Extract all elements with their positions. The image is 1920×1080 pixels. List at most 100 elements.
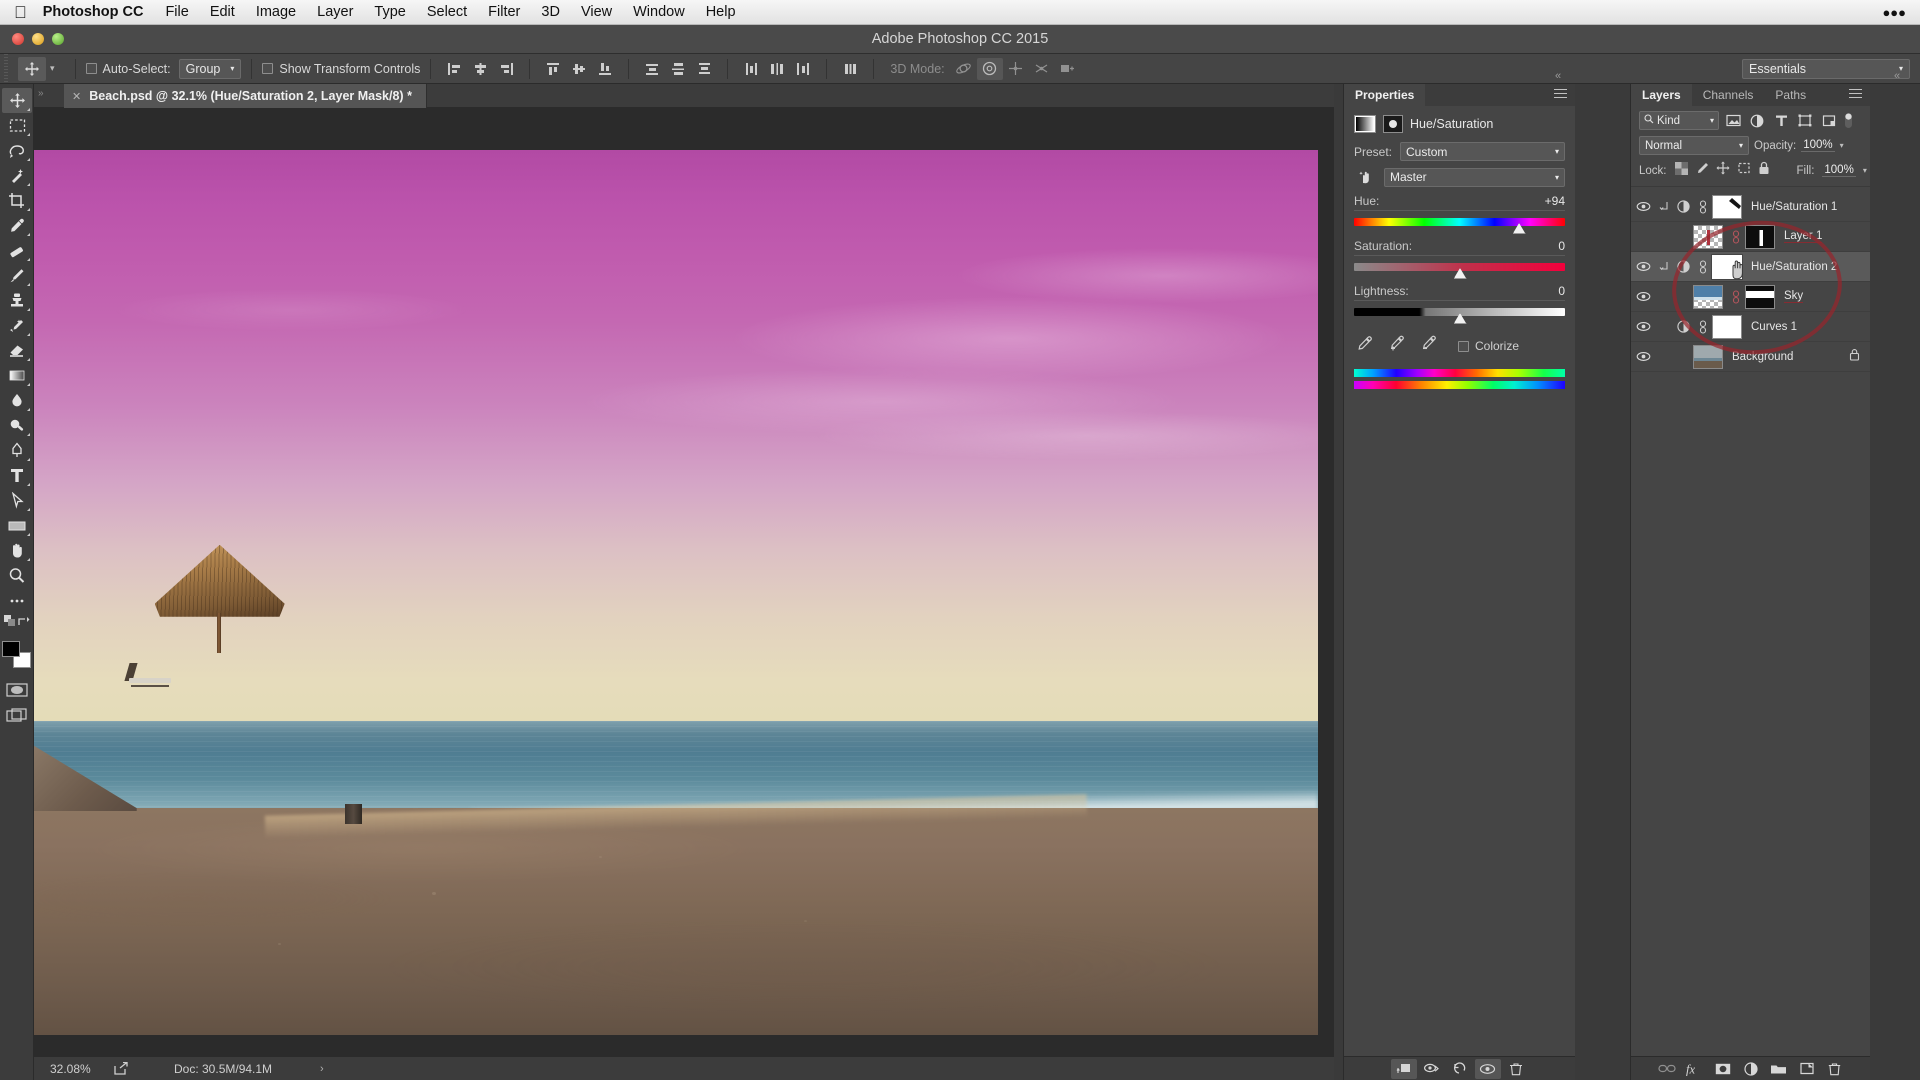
tab-properties[interactable]: Properties (1344, 84, 1426, 106)
layer-visibility-toggle[interactable] (1631, 351, 1655, 362)
align-vertical-centers-icon[interactable] (566, 58, 592, 80)
auto-align-layers-icon[interactable] (837, 58, 863, 80)
eyedropper-tool[interactable] (2, 213, 32, 238)
hue-value[interactable]: +94 (1545, 194, 1565, 208)
align-horizontal-centers-icon[interactable] (467, 58, 493, 80)
minimize-window-button[interactable] (32, 33, 44, 45)
type-tool[interactable] (2, 463, 32, 488)
fill-chevron-down-icon[interactable]: ▾ (1863, 166, 1867, 175)
lightness-value[interactable]: 0 (1558, 284, 1565, 298)
lock-image-pixels-icon[interactable] (1695, 162, 1709, 180)
show-transform-controls-checkbox[interactable] (262, 63, 274, 74)
window-controls[interactable] (0, 33, 64, 45)
distribute-horizontal-centers-icon[interactable] (764, 58, 790, 80)
menu-item-type[interactable]: Type (374, 4, 405, 20)
layer-visibility-toggle[interactable] (1631, 201, 1655, 212)
layer-mask-thumbnail[interactable] (1745, 284, 1775, 309)
view-previous-state-icon[interactable] (1419, 1059, 1445, 1079)
layer-name[interactable]: Curves 1 (1751, 321, 1797, 333)
blur-tool[interactable] (2, 388, 32, 413)
align-bottom-edges-icon[interactable] (592, 58, 618, 80)
layer-visibility-toggle[interactable] (1631, 321, 1655, 332)
new-layer-icon[interactable] (1794, 1059, 1820, 1079)
gradient-tool[interactable] (2, 363, 32, 388)
layer-row-layer-1[interactable]: Layer 1 (1631, 222, 1870, 252)
layer-name[interactable]: Background (1732, 351, 1793, 363)
default-colors-icon[interactable] (4, 615, 17, 633)
quick-mask-icon[interactable] (2, 677, 32, 702)
tab-channels[interactable]: Channels (1692, 84, 1765, 106)
hand-tool[interactable] (2, 538, 32, 563)
pan-3d-icon[interactable] (1003, 58, 1029, 80)
align-right-edges-icon[interactable] (493, 58, 519, 80)
close-icon[interactable]: ✕ (72, 90, 81, 103)
layer-thumbnail[interactable] (1693, 284, 1723, 309)
options-bar-grip[interactable] (0, 53, 12, 84)
filter-enable-toggle-icon[interactable] (1843, 111, 1854, 130)
delete-layer-icon[interactable] (1822, 1059, 1848, 1079)
new-group-icon[interactable] (1766, 1059, 1792, 1079)
layer-mask-link-icon[interactable] (1693, 319, 1712, 334)
layer-list[interactable]: Hue/Saturation 1 Layer 1 Hue/Saturation … (1631, 192, 1870, 1056)
layer-mask-link-icon[interactable] (1693, 259, 1712, 274)
layer-visibility-toggle[interactable] (1631, 261, 1655, 272)
layer-mask-link-icon[interactable] (1726, 289, 1745, 304)
foreground-background-color-swatches[interactable] (1, 641, 33, 671)
link-layers-icon[interactable] (1654, 1059, 1680, 1079)
auto-select-scope-select[interactable]: Group ▾ (178, 58, 242, 79)
clone-stamp-tool[interactable] (2, 288, 32, 313)
lock-all-icon[interactable] (1758, 161, 1770, 180)
add-layer-style-fx-icon[interactable]: fx (1682, 1059, 1708, 1079)
tab-paths[interactable]: Paths (1764, 84, 1817, 106)
tab-layers[interactable]: Layers (1631, 84, 1692, 106)
share-icon[interactable] (106, 1062, 136, 1075)
zoom-tool[interactable] (2, 563, 32, 588)
roll-3d-icon[interactable] (976, 57, 1003, 80)
document-tab[interactable]: ✕ Beach.psd @ 32.1% (Hue/Saturation 2, L… (64, 84, 427, 108)
layer-row-hue-saturation-1[interactable]: Hue/Saturation 1 (1631, 192, 1870, 222)
layer-thumbnail[interactable] (1693, 224, 1723, 249)
distribute-bottom-edges-icon[interactable] (691, 58, 717, 80)
layer-name[interactable]: Sky (1784, 290, 1804, 303)
on-image-adjustment-tool-icon[interactable] (1354, 167, 1376, 187)
layer-mask-thumbnail[interactable] (1712, 314, 1742, 339)
align-top-edges-icon[interactable] (540, 58, 566, 80)
layer-thumbnail[interactable] (1693, 344, 1723, 369)
quick-selection-tool[interactable] (2, 163, 32, 188)
colorize-row[interactable]: Colorize (1458, 339, 1519, 353)
lightness-slider-track[interactable] (1354, 308, 1565, 324)
layer-visibility-toggle[interactable] (1631, 291, 1655, 302)
zoom-level[interactable]: 32.08% (34, 1062, 106, 1076)
panel-menu-icon[interactable] (1554, 89, 1567, 98)
new-adjustment-layer-icon[interactable] (1738, 1059, 1764, 1079)
menu-item-3d[interactable]: 3D (541, 4, 560, 20)
filter-smart-objects-icon[interactable] (1819, 111, 1839, 130)
layer-name[interactable]: Layer 1 (1784, 230, 1823, 243)
output-spectrum-bar[interactable] (1354, 381, 1565, 389)
menu-item-filter[interactable]: Filter (488, 4, 520, 20)
hue-slider-track[interactable] (1354, 218, 1565, 234)
layer-row-background[interactable]: Background (1631, 342, 1870, 372)
zoom-window-button[interactable] (52, 33, 64, 45)
path-selection-tool[interactable] (2, 488, 32, 513)
align-left-edges-icon[interactable] (441, 58, 467, 80)
distribute-top-edges-icon[interactable] (639, 58, 665, 80)
rectangle-tool[interactable] (2, 513, 32, 538)
menu-item-image[interactable]: Image (256, 4, 296, 20)
layer-name[interactable]: Hue/Saturation 2 (1751, 261, 1837, 273)
screen-mode-icon[interactable] (2, 702, 32, 727)
reset-adjustment-icon[interactable] (1447, 1059, 1473, 1079)
status-expand-arrow-icon[interactable]: › (320, 1063, 324, 1075)
opacity-value[interactable]: 100% (1801, 139, 1835, 152)
close-window-button[interactable] (12, 33, 24, 45)
layer-row-sky[interactable]: Sky (1631, 282, 1870, 312)
layer-mask-thumbnail[interactable] (1745, 224, 1775, 249)
clip-to-layer-icon[interactable] (1390, 1058, 1417, 1079)
crop-tool[interactable] (2, 188, 32, 213)
layer-mask-thumbnail-icon[interactable] (1383, 115, 1403, 133)
eyedropper-icon[interactable] (1356, 335, 1373, 357)
rectangular-marquee-tool[interactable] (2, 113, 32, 138)
menu-item-view[interactable]: View (581, 4, 612, 20)
fill-value[interactable]: 100% (1822, 164, 1856, 177)
layer-filter-kind-select[interactable]: Kind ▾ (1639, 111, 1719, 130)
